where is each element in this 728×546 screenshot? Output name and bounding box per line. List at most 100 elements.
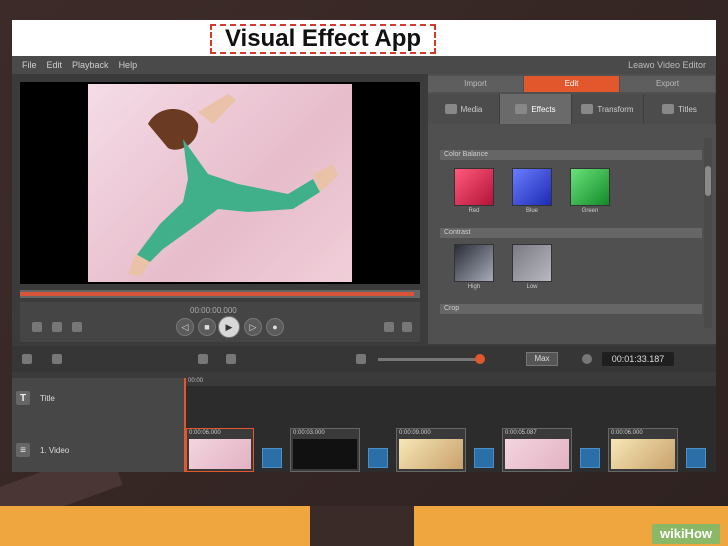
effects-icon: [515, 104, 528, 114]
clip-4-thumb: [505, 439, 569, 469]
tab-transform[interactable]: Transform: [572, 94, 643, 124]
caption-title: Visual Effect App: [210, 24, 436, 54]
clip-2-thumb: [293, 439, 357, 469]
effect-low-swatch[interactable]: [512, 244, 552, 282]
clip-1[interactable]: 0:00:06.000: [186, 428, 254, 472]
section-crop[interactable]: Crop: [440, 304, 702, 314]
menu-bar: File Edit Playback Help Leawo Video Edit…: [12, 56, 716, 74]
track-video[interactable]: ≡ 1. Video: [12, 440, 184, 460]
tab-media[interactable]: Media: [428, 94, 499, 124]
preview-progress-fill: [20, 292, 414, 296]
tab-titles[interactable]: Titles: [644, 94, 715, 124]
timeline-playhead[interactable]: [184, 378, 186, 472]
menu-edit[interactable]: Edit: [47, 60, 63, 70]
playback-controls: 00:00:00.000 ◁ ■ ▶ ▷ ●: [20, 302, 420, 342]
fullscreen-button[interactable]: ●: [266, 318, 284, 336]
tab-effects-label: Effects: [531, 104, 556, 114]
video-track-icon: ≡: [16, 443, 30, 457]
bottom-bar-gap: [310, 506, 414, 546]
next-frame-button[interactable]: ▷: [244, 318, 262, 336]
main-tabs: Import Edit Export: [428, 76, 716, 92]
effect-low-label: Low: [526, 284, 538, 290]
effect-red-label: Red: [468, 208, 480, 214]
edit-sub-tabs: Media Effects Transform Titles: [428, 94, 716, 124]
volume-icon[interactable]: [72, 322, 82, 332]
wikihow-logo: wikiHow: [651, 524, 720, 544]
stop-button[interactable]: ■: [198, 318, 216, 336]
media-icon: [444, 104, 457, 114]
titles-icon: [662, 104, 675, 114]
clip-5[interactable]: 0:00:06.000: [608, 428, 678, 472]
clip-1-thumb: [189, 439, 251, 469]
clip-4[interactable]: 0:00:05.087: [502, 428, 572, 472]
section-color-balance[interactable]: Color Balance: [440, 150, 702, 160]
clip-2[interactable]: 0:00:03.000: [290, 428, 360, 472]
effect-blue-label: Blue: [525, 208, 538, 214]
crop-icon[interactable]: [402, 322, 412, 332]
transition-2[interactable]: [368, 448, 388, 468]
snapshot-icon[interactable]: [32, 322, 42, 332]
app-name: Leawo Video Editor: [628, 60, 706, 70]
transition-1[interactable]: [262, 448, 282, 468]
clip-3[interactable]: 0:00:09.000: [396, 428, 466, 472]
bottom-bar: [0, 506, 728, 546]
menu-playback[interactable]: Playback: [72, 60, 109, 70]
preview-frame: [88, 84, 352, 282]
tab-import[interactable]: Import: [428, 76, 523, 92]
zoom-icon: [356, 354, 366, 364]
tab-media-label: Media: [460, 104, 483, 114]
dancer-illustration: [128, 94, 338, 276]
add-icon[interactable]: [22, 354, 32, 364]
clip-5-time: 0:00:06.000: [611, 430, 643, 436]
ruler-start: 00:00: [188, 378, 204, 384]
audio-icon[interactable]: [226, 354, 236, 364]
clip-3-thumb: [399, 439, 463, 469]
delete-icon[interactable]: [198, 354, 208, 364]
prev-frame-button[interactable]: ◁: [176, 318, 194, 336]
timeline-ruler[interactable]: 00:00: [184, 378, 716, 386]
tab-export[interactable]: Export: [620, 76, 715, 92]
title-track-icon: T: [16, 391, 30, 405]
max-button[interactable]: Max: [526, 352, 558, 366]
preview-progress-bar[interactable]: [20, 290, 420, 298]
preview-time: 00:00:00.000: [190, 306, 237, 315]
section-contrast[interactable]: Contrast: [440, 228, 702, 238]
clip-2-time: 0:00:03.000: [293, 430, 325, 436]
effect-green-label: Green: [581, 208, 599, 214]
clip-5-thumb: [611, 439, 675, 469]
tab-titles-label: Titles: [678, 104, 697, 114]
clock-icon: [582, 354, 592, 364]
transition-4[interactable]: [580, 448, 600, 468]
effect-green-swatch[interactable]: [570, 168, 610, 206]
effects-scroll-thumb[interactable]: [705, 166, 711, 196]
transition-3[interactable]: [474, 448, 494, 468]
timecode-display: 00:01:33.187: [602, 352, 674, 366]
effect-high-label: High: [467, 284, 481, 290]
effect-high-swatch[interactable]: [454, 244, 494, 282]
play-button[interactable]: ▶: [218, 316, 240, 338]
menu-help[interactable]: Help: [119, 60, 138, 70]
edit-panel: Import Edit Export Media Effects Transfo…: [428, 74, 716, 344]
app-screenshot: Visual Effect App File Edit Playback Hel…: [12, 20, 716, 472]
track-headers: T Title ≡ 1. Video: [12, 378, 184, 472]
tab-effects[interactable]: Effects: [500, 94, 571, 124]
undo-icon[interactable]: [384, 322, 394, 332]
lock-icon[interactable]: [52, 322, 62, 332]
track-title[interactable]: T Title: [12, 388, 184, 408]
track-video-label: 1. Video: [40, 445, 70, 455]
transition-5[interactable]: [686, 448, 706, 468]
tab-transform-label: Transform: [597, 104, 634, 114]
timeline: T Title ≡ 1. Video 00:00 0:00:06.000 0:0…: [12, 378, 716, 472]
clip-1-time: 0:00:06.000: [189, 430, 221, 436]
tab-edit[interactable]: Edit: [524, 76, 619, 92]
zoom-slider[interactable]: [378, 358, 482, 361]
zoom-slider-knob[interactable]: [475, 354, 485, 364]
video-preview: [20, 82, 420, 284]
menu-file[interactable]: File: [22, 60, 37, 70]
effect-red-swatch[interactable]: [454, 168, 494, 206]
clip-3-time: 0:00:09.000: [399, 430, 431, 436]
timeline-toolbar: Max 00:01:33.187: [12, 346, 716, 372]
cut-icon[interactable]: [52, 354, 62, 364]
effect-blue-swatch[interactable]: [512, 168, 552, 206]
clip-4-time: 0:00:05.087: [505, 430, 537, 436]
